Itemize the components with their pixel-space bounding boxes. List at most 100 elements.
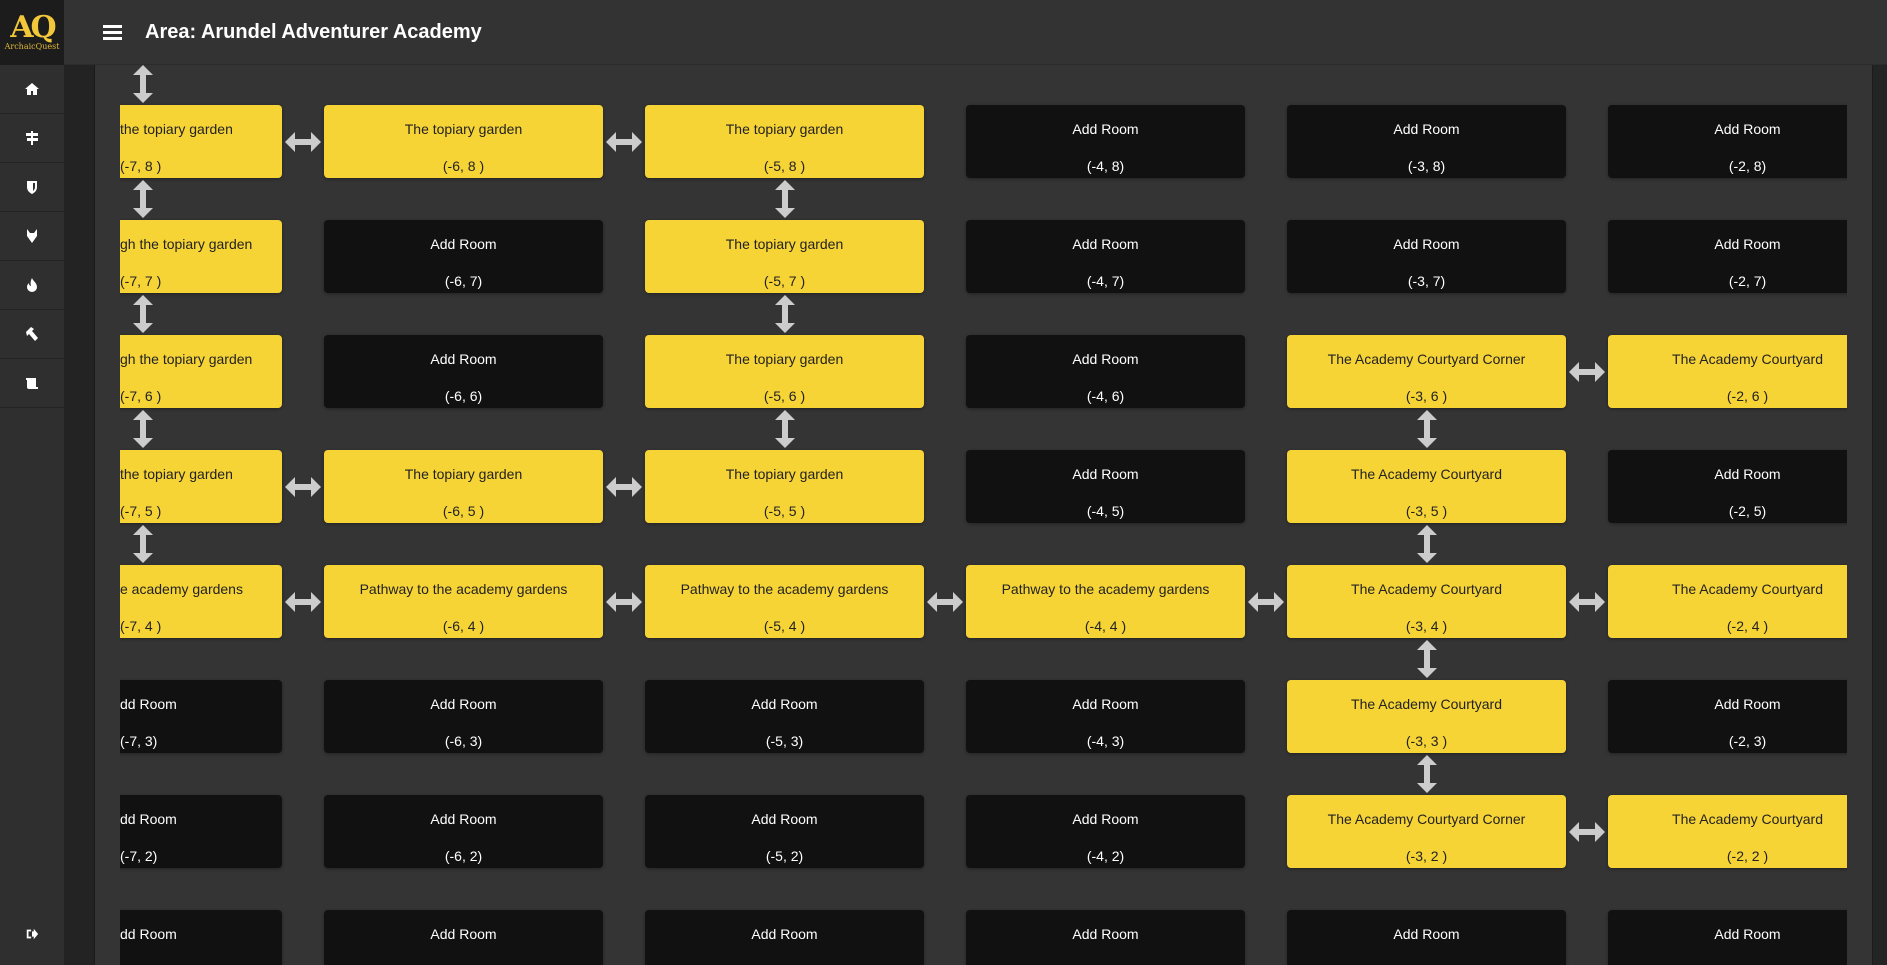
hamburger-icon[interactable] bbox=[103, 24, 122, 40]
room-card[interactable]: The topiary garden (-5, 7 ) bbox=[645, 220, 924, 293]
add-room-card[interactable]: dd Room (-7, 3) bbox=[120, 680, 282, 753]
add-room-card[interactable]: Add Room(-4, 1) bbox=[966, 910, 1245, 965]
room-card[interactable]: gh the topiary garden (-7, 6 ) bbox=[120, 335, 282, 408]
room-name: Add Room bbox=[1072, 811, 1139, 827]
room-card[interactable]: The Academy Courtyard (-2, 2 ) bbox=[1608, 795, 1847, 868]
room-name: Add Room bbox=[1714, 926, 1781, 942]
add-room-card[interactable]: Add Room (-6, 6) bbox=[324, 335, 603, 408]
add-room-card[interactable]: Add Room(-2, 1) bbox=[1608, 910, 1847, 965]
add-room-card[interactable]: Add Room(-3, 1) bbox=[1287, 910, 1566, 965]
exit-east-west-arrow-icon[interactable] bbox=[1248, 591, 1284, 612]
add-room-card[interactable]: dd Room (-7, 2) bbox=[120, 795, 282, 868]
room-card[interactable]: Pathway to the academy gardens (-4, 4 ) bbox=[966, 565, 1245, 638]
exit-north-south-arrow-icon[interactable] bbox=[132, 410, 153, 448]
room-card[interactable]: The Academy Courtyard (-3, 3 ) bbox=[1287, 680, 1566, 753]
add-room-card[interactable]: Add Room (-4, 3) bbox=[966, 680, 1245, 753]
room-coordinates: (-7, 7 ) bbox=[120, 273, 162, 289]
room-name: the topiary garden bbox=[120, 466, 233, 482]
exit-north-south-arrow-icon[interactable] bbox=[774, 295, 795, 333]
fox-head-icon bbox=[27, 229, 37, 243]
add-room-card[interactable]: Add Room (-2, 3) bbox=[1608, 680, 1847, 753]
add-room-card[interactable]: Add Room (-3, 7) bbox=[1287, 220, 1566, 293]
exit-east-west-arrow-icon[interactable] bbox=[927, 591, 963, 612]
room-name: dd Room bbox=[120, 811, 177, 827]
exit-north-south-arrow-icon[interactable] bbox=[1416, 755, 1437, 793]
room-card[interactable]: The Academy Courtyard (-3, 5 ) bbox=[1287, 450, 1566, 523]
add-room-card[interactable]: Add Room(-6, 1) bbox=[324, 910, 603, 965]
room-card[interactable]: gh the topiary garden (-7, 7 ) bbox=[120, 220, 282, 293]
room-card[interactable]: The Academy Courtyard (-2, 4 ) bbox=[1608, 565, 1847, 638]
exit-east-west-arrow-icon[interactable] bbox=[606, 591, 642, 612]
room-card[interactable]: The Academy Courtyard (-2, 6 ) bbox=[1608, 335, 1847, 408]
sidebar-item-skills[interactable] bbox=[0, 261, 64, 310]
room-name: The topiary garden bbox=[725, 466, 844, 482]
room-name: Add Room bbox=[430, 811, 497, 827]
exit-east-west-arrow-icon[interactable] bbox=[1569, 591, 1605, 612]
room-card[interactable]: The Academy Courtyard Corner (-3, 6 ) bbox=[1287, 335, 1566, 408]
add-room-card[interactable]: Add Room (-2, 7) bbox=[1608, 220, 1847, 293]
exit-east-west-arrow-icon[interactable] bbox=[1569, 821, 1605, 842]
add-room-card[interactable]: Add Room (-5, 3) bbox=[645, 680, 924, 753]
add-room-card[interactable]: Add Room (-4, 2) bbox=[966, 795, 1245, 868]
add-room-card[interactable]: Add Room (-6, 3) bbox=[324, 680, 603, 753]
sidebar-item-help[interactable] bbox=[0, 359, 64, 408]
sidebar-item-items[interactable] bbox=[0, 163, 64, 212]
room-card[interactable]: The topiary garden (-5, 8 ) bbox=[645, 105, 924, 178]
room-card[interactable]: The topiary garden (-5, 5 ) bbox=[645, 450, 924, 523]
add-room-card[interactable]: Add Room (-2, 5) bbox=[1608, 450, 1847, 523]
exit-north-south-arrow-icon[interactable] bbox=[132, 180, 153, 218]
add-room-card[interactable]: Add Room (-4, 8) bbox=[966, 105, 1245, 178]
room-name: The Academy Courtyard bbox=[1351, 696, 1502, 712]
room-name: Add Room bbox=[430, 236, 497, 252]
add-room-card[interactable]: Add Room (-4, 6) bbox=[966, 335, 1245, 408]
add-room-card[interactable]: Add Room(-5, 1) bbox=[645, 910, 924, 965]
room-coordinates: (-2, 3) bbox=[1728, 733, 1767, 749]
add-room-card[interactable]: Add Room (-6, 7) bbox=[324, 220, 603, 293]
room-card[interactable]: Pathway to the academy gardens (-6, 4 ) bbox=[324, 565, 603, 638]
sidebar-item-areas[interactable] bbox=[0, 114, 64, 163]
add-room-card[interactable]: dd Room(-7, 1) bbox=[120, 910, 282, 965]
logo-subtitle: ArchaicQuest bbox=[4, 42, 60, 51]
room-coordinates: (-7, 4 ) bbox=[120, 618, 162, 634]
add-room-card[interactable]: Add Room (-6, 2) bbox=[324, 795, 603, 868]
exit-east-west-arrow-icon[interactable] bbox=[285, 476, 321, 497]
sidebar-item-crafting[interactable] bbox=[0, 310, 64, 359]
room-card[interactable]: The topiary garden (-6, 8 ) bbox=[324, 105, 603, 178]
scrollbar[interactable] bbox=[1872, 65, 1887, 965]
room-coordinates: (-6, 7) bbox=[444, 273, 483, 289]
logo[interactable]: AQ ArchaicQuest bbox=[0, 0, 64, 65]
room-coordinates: (-5, 2) bbox=[765, 848, 804, 864]
exit-north-south-arrow-icon[interactable] bbox=[132, 65, 153, 103]
exit-north-south-arrow-icon[interactable] bbox=[774, 410, 795, 448]
exit-north-south-arrow-icon[interactable] bbox=[1416, 640, 1437, 678]
room-card[interactable]: The Academy Courtyard (-3, 4 ) bbox=[1287, 565, 1566, 638]
add-room-card[interactable]: Add Room (-3, 8) bbox=[1287, 105, 1566, 178]
exit-north-south-arrow-icon[interactable] bbox=[1416, 410, 1437, 448]
logout-button[interactable] bbox=[0, 919, 64, 949]
add-room-card[interactable]: Add Room (-5, 2) bbox=[645, 795, 924, 868]
add-room-card[interactable]: Add Room (-2, 8) bbox=[1608, 105, 1847, 178]
exit-north-south-arrow-icon[interactable] bbox=[132, 525, 153, 563]
sidebar-item-home[interactable] bbox=[0, 65, 64, 114]
exit-east-west-arrow-icon[interactable] bbox=[1569, 361, 1605, 382]
room-card[interactable]: the topiary garden (-7, 8 ) bbox=[120, 105, 282, 178]
exit-north-south-arrow-icon[interactable] bbox=[132, 295, 153, 333]
room-card[interactable]: The topiary garden (-6, 5 ) bbox=[324, 450, 603, 523]
exit-east-west-arrow-icon[interactable] bbox=[606, 476, 642, 497]
room-card[interactable]: e academy gardens (-7, 4 ) bbox=[120, 565, 282, 638]
logout-icon bbox=[26, 928, 39, 940]
room-coordinates: (-3, 5 ) bbox=[1405, 503, 1448, 519]
room-card[interactable]: the topiary garden (-7, 5 ) bbox=[120, 450, 282, 523]
room-coordinates: (-7, 3) bbox=[120, 733, 158, 749]
exit-north-south-arrow-icon[interactable] bbox=[774, 180, 795, 218]
add-room-card[interactable]: Add Room (-4, 5) bbox=[966, 450, 1245, 523]
sidebar-item-mobs[interactable] bbox=[0, 212, 64, 261]
room-card[interactable]: Pathway to the academy gardens (-5, 4 ) bbox=[645, 565, 924, 638]
add-room-card[interactable]: Add Room (-4, 7) bbox=[966, 220, 1245, 293]
exit-east-west-arrow-icon[interactable] bbox=[606, 131, 642, 152]
room-card[interactable]: The Academy Courtyard Corner (-3, 2 ) bbox=[1287, 795, 1566, 868]
room-card[interactable]: The topiary garden (-5, 6 ) bbox=[645, 335, 924, 408]
exit-north-south-arrow-icon[interactable] bbox=[1416, 525, 1437, 563]
exit-east-west-arrow-icon[interactable] bbox=[285, 131, 321, 152]
exit-east-west-arrow-icon[interactable] bbox=[285, 591, 321, 612]
